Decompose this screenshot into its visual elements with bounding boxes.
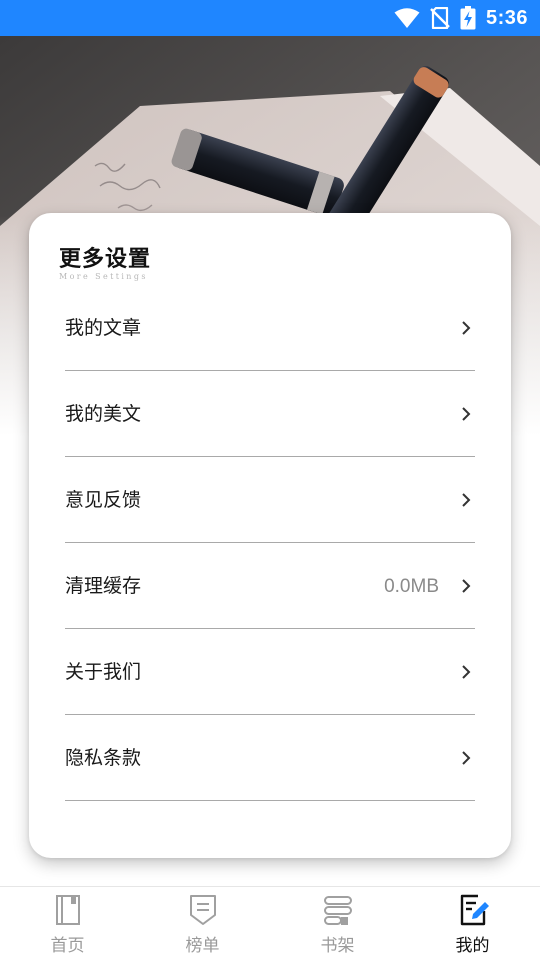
bottom-nav: 首页 榜单 书架 我的 [0, 886, 540, 960]
book-icon [55, 895, 80, 925]
menu-item-clear-cache[interactable]: 清理缓存 0.0MB [65, 543, 475, 629]
nav-item-home[interactable]: 首页 [0, 887, 135, 960]
chevron-right-icon [462, 751, 471, 765]
nav-label: 我的 [455, 936, 490, 956]
wifi-icon [394, 8, 420, 28]
nav-item-ranking[interactable]: 榜单 [135, 887, 270, 960]
menu-item-label: 我的美文 [65, 403, 142, 425]
bookshelf-icon [323, 896, 352, 925]
no-sim-icon [430, 7, 450, 29]
status-icons: 5:36 [394, 0, 528, 36]
menu-item-about-us[interactable]: 关于我们 [65, 629, 475, 715]
ranking-badge-icon [189, 895, 216, 925]
battery-charging-icon [460, 6, 476, 30]
card-title: 更多设置 [59, 246, 152, 272]
menu-item-label: 隐私条款 [65, 747, 142, 769]
menu-item-feedback[interactable]: 意见反馈 [65, 457, 475, 543]
settings-screen: 5:36 更多设置 More Settings 我的文章 我的美文 意见反馈 清… [0, 0, 540, 960]
chevron-right-icon [462, 665, 471, 679]
chevron-right-icon [462, 579, 471, 593]
menu-item-my-essays[interactable]: 我的美文 [65, 371, 475, 457]
edit-document-icon [460, 894, 489, 926]
menu-item-label: 关于我们 [65, 661, 142, 683]
chevron-right-icon [462, 493, 471, 507]
settings-card: 更多设置 More Settings 我的文章 我的美文 意见反馈 清理缓存 0… [29, 213, 511, 858]
status-time: 5:36 [485, 6, 528, 29]
status-bar: 5:36 [0, 0, 540, 36]
settings-menu: 我的文章 我的美文 意见反馈 清理缓存 0.0MB 关于我们 隐私条款 [65, 285, 475, 801]
nav-item-mine[interactable]: 我的 [405, 887, 540, 960]
menu-item-label: 我的文章 [65, 317, 142, 339]
menu-item-label: 清理缓存 [65, 575, 142, 597]
cache-size-value: 0.0MB [384, 576, 439, 597]
nav-label: 榜单 [185, 936, 220, 956]
chevron-right-icon [462, 407, 471, 421]
card-subtitle: More Settings [59, 272, 148, 281]
menu-item-privacy-policy[interactable]: 隐私条款 [65, 715, 475, 801]
nav-item-bookshelf[interactable]: 书架 [270, 887, 405, 960]
nav-label: 书架 [320, 936, 355, 956]
menu-item-my-articles[interactable]: 我的文章 [65, 285, 475, 371]
nav-label: 首页 [50, 936, 85, 956]
chevron-right-icon [462, 321, 471, 335]
menu-item-label: 意见反馈 [65, 489, 142, 511]
